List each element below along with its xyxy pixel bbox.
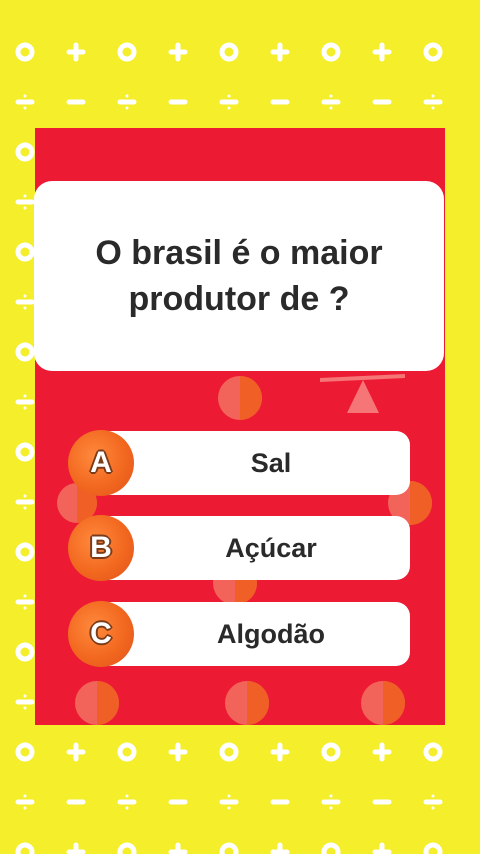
bg-symbol — [423, 42, 443, 62]
answer-label: Algodão — [217, 618, 325, 649]
answer-letter: B — [90, 531, 112, 564]
bg-symbol — [321, 94, 341, 110]
bg-symbol — [372, 42, 392, 62]
answer-pill[interactable]: Açúcar — [92, 516, 410, 580]
bg-symbol — [15, 794, 35, 810]
bg-symbol — [321, 42, 341, 62]
answer-option-c[interactable]: Algodão C — [68, 601, 410, 667]
bg-symbol — [168, 42, 188, 62]
bg-symbol — [15, 94, 35, 110]
bg-symbol — [15, 42, 35, 62]
bg-symbol — [321, 742, 341, 762]
bg-symbol — [117, 94, 137, 110]
answer-letter-badge: B — [68, 515, 134, 581]
answer-label: Sal — [250, 447, 292, 478]
bg-symbol — [15, 542, 35, 562]
bg-symbol — [66, 742, 86, 762]
bg-symbol — [321, 794, 341, 810]
bg-symbol — [117, 742, 137, 762]
bg-symbol — [423, 842, 443, 854]
bg-symbol — [15, 442, 35, 462]
answer-pill[interactable]: Sal — [92, 431, 410, 495]
bg-symbol — [15, 394, 35, 410]
bg-symbol — [15, 242, 35, 262]
bg-symbol — [219, 42, 239, 62]
bg-symbol — [15, 494, 35, 510]
bg-symbol — [219, 94, 239, 110]
bg-symbol — [66, 842, 86, 854]
answer-letter: C — [90, 617, 112, 650]
answer-option-b[interactable]: Açúcar B — [68, 515, 410, 581]
answer-pill[interactable]: Algodão — [92, 602, 410, 666]
bg-symbol — [117, 842, 137, 854]
bg-symbol — [117, 42, 137, 62]
question-card: O brasil é o maior produtor de ? — [34, 181, 444, 371]
answer-label: Açúcar — [225, 532, 317, 563]
answer-letter-badge: C — [68, 601, 134, 667]
bg-symbol — [15, 194, 35, 210]
bg-symbol — [423, 742, 443, 762]
bg-symbol — [270, 42, 290, 62]
bg-symbol — [423, 94, 443, 110]
bg-symbol — [372, 842, 392, 854]
bg-symbol — [15, 842, 35, 854]
question-text: O brasil é o maior produtor de ? — [49, 230, 429, 322]
bg-symbol — [15, 742, 35, 762]
bg-symbol — [168, 742, 188, 762]
bg-symbol — [219, 742, 239, 762]
answer-letter: A — [90, 446, 112, 479]
bg-symbol — [423, 794, 443, 810]
bg-symbol — [372, 742, 392, 762]
answer-letter-badge: A — [68, 430, 134, 496]
bg-symbol — [168, 842, 188, 854]
bg-symbol — [117, 794, 137, 810]
bg-symbol — [15, 294, 35, 310]
bg-symbol — [219, 842, 239, 854]
answer-option-a[interactable]: Sal A — [68, 430, 410, 496]
bg-symbol — [15, 642, 35, 662]
bg-symbol — [15, 694, 35, 710]
bg-symbol — [270, 842, 290, 854]
bg-symbol — [66, 42, 86, 62]
question-line-1: O brasil é o maior — [95, 234, 383, 272]
bg-symbol — [15, 594, 35, 610]
bg-symbol — [321, 842, 341, 854]
bg-symbol — [15, 142, 35, 162]
bg-symbol — [219, 794, 239, 810]
bg-symbol — [15, 342, 35, 362]
bg-symbol — [270, 742, 290, 762]
question-line-2: produtor de ? — [128, 280, 350, 318]
